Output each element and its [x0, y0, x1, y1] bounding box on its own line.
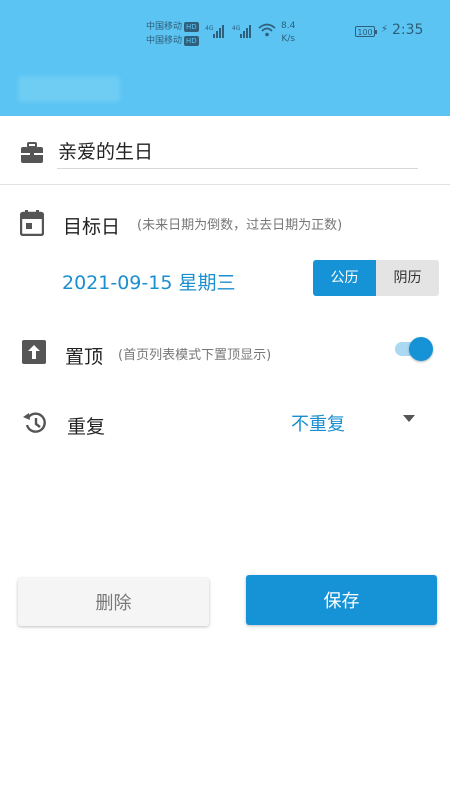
app-header: 中国移动 HD 中国移动 HD 4G 4G 8.4 K/s 100 ⚡ 2:35 [0, 0, 450, 116]
lunar-calendar-option[interactable]: 阴历 [376, 260, 439, 296]
hd-badge: HD [184, 35, 199, 46]
network-type-1: 4G [205, 25, 214, 32]
status-time: 2:35 [392, 22, 424, 38]
target-date-hint: (未来日期为倒数，过去日期为正数) [137, 218, 343, 233]
solar-calendar-option[interactable]: 公历 [313, 260, 376, 296]
status-bar: 中国移动 HD 中国移动 HD 4G 4G 8.4 K/s 100 ⚡ 2:35 [0, 18, 450, 48]
header-title-area [18, 76, 120, 102]
save-button[interactable]: 保存 [246, 575, 437, 625]
signal-icon: 4G [232, 25, 251, 38]
speed-value: 8.4 [281, 21, 296, 31]
switch-thumb [409, 337, 433, 361]
wifi-icon [258, 23, 276, 37]
briefcase-icon [21, 142, 43, 163]
target-date-value[interactable]: 2021-09-15 星期三 [62, 268, 235, 295]
signal-icon: 4G [205, 25, 224, 38]
battery-icon: 100 [355, 26, 377, 37]
history-icon [23, 412, 46, 433]
event-title-input[interactable] [57, 136, 418, 169]
pin-top-hint: (首页列表模式下置顶显示) [118, 348, 272, 363]
pin-top-label: 置顶 [65, 346, 104, 368]
network-type-2: 4G [232, 25, 241, 32]
carrier-1: 中国移动 [146, 22, 183, 32]
delete-button[interactable]: 删除 [18, 578, 209, 626]
repeat-select[interactable]: 不重复 [291, 410, 345, 436]
repeat-label: 重复 [67, 416, 106, 438]
network-speed: 8.4 K/s [281, 20, 295, 46]
hd-badge: HD [184, 21, 199, 32]
calendar-type-toggle: 公历 阴历 [313, 260, 439, 296]
event-title-row [0, 116, 450, 185]
pin-top-switch[interactable] [393, 337, 435, 361]
charging-icon: ⚡ [381, 24, 389, 35]
target-date-label: 目标日 [63, 216, 121, 238]
calendar-icon [20, 210, 44, 236]
pin-top-icon [22, 340, 46, 364]
dropdown-arrow-icon[interactable] [403, 415, 415, 422]
carrier-info: 中国移动 HD 中国移动 HD [146, 20, 199, 48]
carrier-2: 中国移动 [146, 36, 183, 46]
speed-unit: K/s [281, 34, 295, 44]
